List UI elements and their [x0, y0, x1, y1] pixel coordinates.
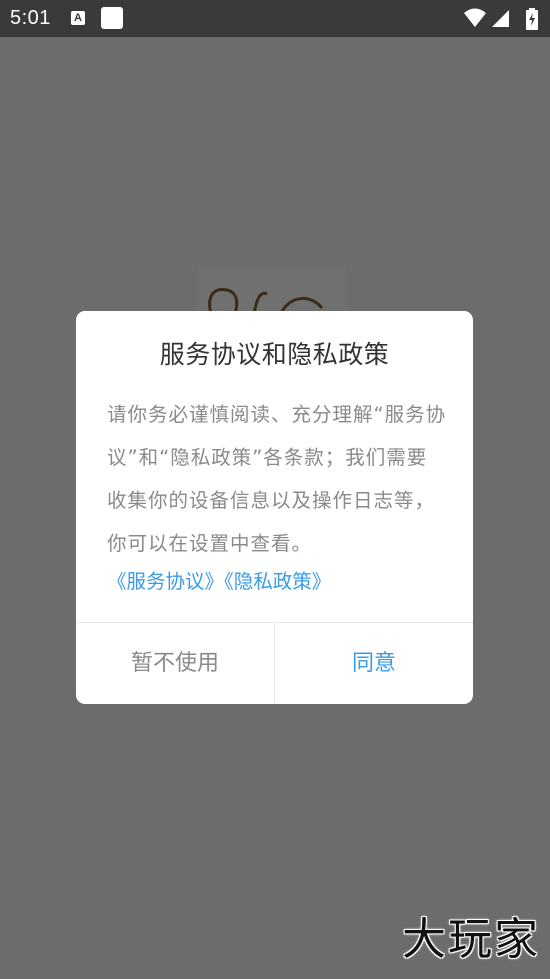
privacy-policy-link[interactable]: 《隐私政策》 [224, 570, 331, 593]
status-time: 5:01 [10, 7, 51, 29]
watermark-logo: 大玩家 [402, 914, 540, 965]
dialog-links: 《服务协议》《隐私政策》 [107, 567, 331, 597]
agree-button[interactable]: 同意 [275, 623, 473, 704]
dialog-body-text: 请你务必谨慎阅读、充分理解“服务协议”和“隐私政策”各条款；我们需要收集你的设备… [107, 403, 447, 555]
decline-button[interactable]: 暂不使用 [76, 623, 274, 704]
notification-app-icon [101, 7, 123, 29]
notification-a-icon: A [71, 11, 85, 25]
cellular-signal-icon [492, 10, 509, 27]
dialog-title: 服务协议和隐私政策 [159, 340, 390, 369]
status-bar: 5:01 A [0, 0, 550, 37]
privacy-dialog: 服务协议和隐私政策 请你务必谨慎阅读、充分理解“服务协议”和“隐私政策”各条款；… [76, 311, 473, 704]
wifi-icon [464, 8, 486, 27]
battery-charging-icon [526, 8, 538, 30]
service-agreement-link[interactable]: 《服务协议》 [107, 570, 224, 593]
